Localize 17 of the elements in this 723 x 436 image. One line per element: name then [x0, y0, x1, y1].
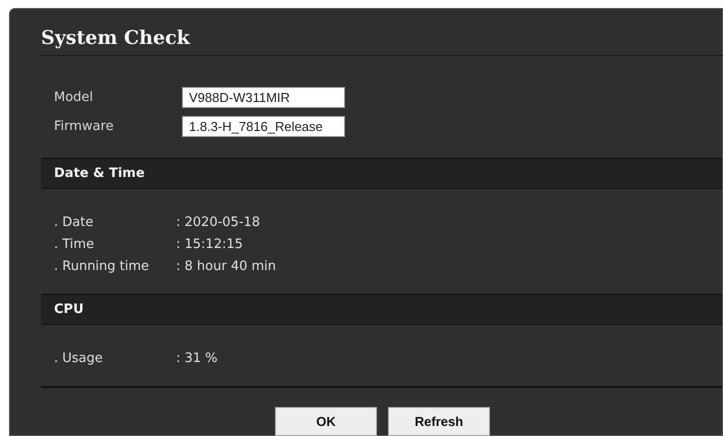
info-value: : 31 %	[176, 350, 218, 366]
refresh-button[interactable]: Refresh	[388, 407, 490, 436]
ok-button[interactable]: OK	[275, 407, 377, 436]
info-value: : 2020-05-18	[176, 214, 260, 230]
info-label: . Date	[54, 214, 94, 230]
field-label: Firmware	[54, 119, 115, 134]
info-label: . Time	[54, 236, 96, 252]
field-label: Model	[54, 90, 94, 105]
info-value: : 8 hour 40 min	[176, 258, 276, 274]
section-title: Date & Time	[54, 166, 145, 181]
info-label: . Usage	[54, 350, 104, 366]
info-value: : 15:12:15	[176, 236, 243, 252]
dialog-title: System Check	[41, 27, 723, 56]
section-title: CPU	[54, 302, 84, 317]
text-field[interactable]: 1.8.3-H_7816_Release	[182, 116, 345, 137]
text-field[interactable]: V988D-W311MIR	[182, 87, 345, 108]
info-label: . Running time	[54, 258, 150, 274]
